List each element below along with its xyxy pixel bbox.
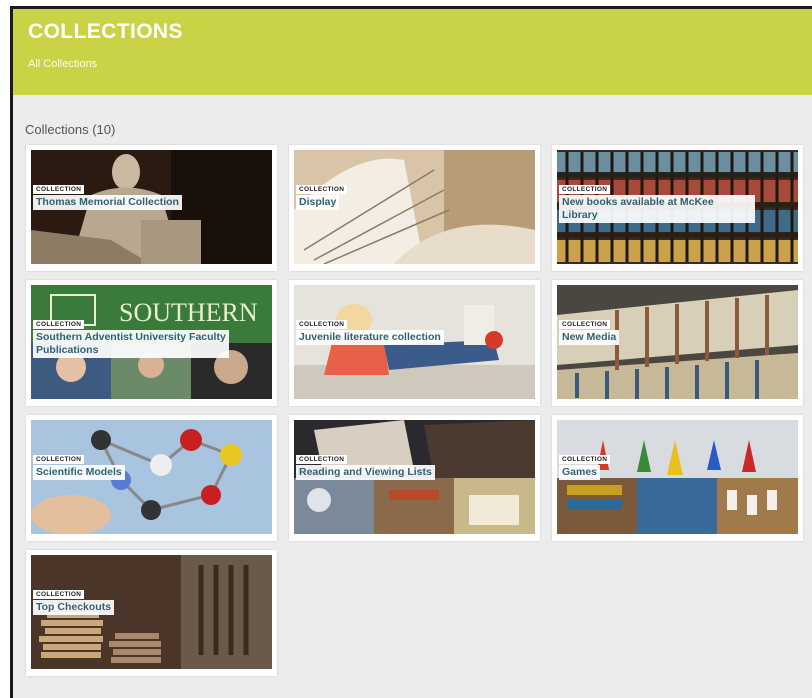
collection-badge: COLLECTION xyxy=(559,185,611,194)
collection-title: Games xyxy=(559,465,601,480)
collection-badge: COLLECTION xyxy=(559,320,611,329)
svg-text:SOUTHERN: SOUTHERN xyxy=(119,298,258,327)
collection-title: New books available at McKee Library xyxy=(559,195,755,223)
bookshelf-image: COLLECTION New books available at McKee … xyxy=(557,150,798,264)
collection-badge: COLLECTION xyxy=(296,455,348,464)
collection-title: Southern Adventist University Faculty Pu… xyxy=(33,330,229,358)
collection-title: New Media xyxy=(559,330,620,345)
collection-card[interactable]: COLLECTION Juvenile literature collectio… xyxy=(289,280,540,406)
collection-card[interactable]: COLLECTION Thomas Memorial Collection xyxy=(26,145,277,271)
collection-badge: COLLECTION xyxy=(33,185,85,194)
collection-card[interactable]: COLLECTION Display xyxy=(289,145,540,271)
collections-banner: COLLECTIONS All Collections xyxy=(13,9,812,95)
collection-badge: COLLECTION xyxy=(33,455,85,464)
reading-collage-image: COLLECTION Reading and Viewing Lists xyxy=(294,420,535,534)
collection-card[interactable]: SOUTHERN COLLECTION Southern Adventist U… xyxy=(26,280,277,406)
collection-card[interactable]: COLLECTION Games xyxy=(552,415,803,541)
collection-card[interactable]: COLLECTION New Media xyxy=(552,280,803,406)
child-reading-image: COLLECTION Juvenile literature collectio… xyxy=(294,285,535,399)
breadcrumb-all-collections[interactable]: All Collections xyxy=(28,58,97,70)
collection-card[interactable]: COLLECTION Reading and Viewing Lists xyxy=(289,415,540,541)
collection-badge: COLLECTION xyxy=(296,320,348,329)
collection-title: Scientific Models xyxy=(33,465,125,480)
faculty-collage-image: SOUTHERN COLLECTION Southern Adventist U… xyxy=(31,285,272,399)
collections-count: Collections (10) xyxy=(25,122,116,137)
collection-title: Juvenile literature collection xyxy=(296,330,444,345)
collection-card[interactable]: COLLECTION New books available at McKee … xyxy=(552,145,803,271)
molecule-model-image: COLLECTION Scientific Models xyxy=(31,420,272,534)
collection-badge: COLLECTION xyxy=(33,320,85,329)
collection-card[interactable]: COLLECTION Scientific Models xyxy=(26,415,277,541)
page-title: COLLECTIONS xyxy=(28,20,183,43)
collection-badge: COLLECTION xyxy=(33,590,85,599)
collection-title: Reading and Viewing Lists xyxy=(296,465,435,480)
collection-title: Top Checkouts xyxy=(33,600,115,615)
media-shelf-image: COLLECTION New Media xyxy=(557,285,798,399)
collection-badge: COLLECTION xyxy=(559,455,611,464)
statue-image: COLLECTION Thomas Memorial Collection xyxy=(31,150,272,264)
collection-title: Thomas Memorial Collection xyxy=(33,195,182,210)
open-book-image: COLLECTION Display xyxy=(294,150,535,264)
board-games-image: COLLECTION Games xyxy=(557,420,798,534)
book-stacks-image: COLLECTION Top Checkouts xyxy=(31,555,272,669)
collection-badge: COLLECTION xyxy=(296,185,348,194)
page-frame: COLLECTIONS All Collections Collections … xyxy=(10,6,812,698)
collection-card[interactable]: COLLECTION Top Checkouts xyxy=(26,550,277,676)
collection-title: Display xyxy=(296,195,340,210)
